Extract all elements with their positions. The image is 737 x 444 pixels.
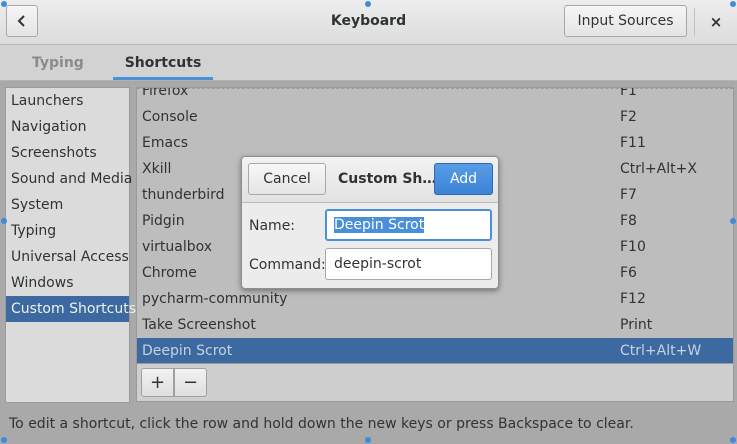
command-label: Command: bbox=[249, 257, 326, 273]
keyboard-settings-window: Keyboard Input Sources × Typing Shortcut… bbox=[0, 0, 737, 444]
table-row[interactable]: pycharm-community F12 bbox=[137, 286, 733, 312]
shortcut-key: Print bbox=[620, 317, 653, 333]
shortcut-name: Pidgin bbox=[142, 213, 185, 229]
resize-handle[interactable] bbox=[730, 218, 736, 224]
sidebar-item-typing[interactable]: Typing bbox=[6, 218, 129, 244]
resize-handle[interactable] bbox=[1, 1, 7, 7]
close-icon[interactable]: × bbox=[706, 12, 726, 32]
custom-shortcut-dialog: Cancel Custom Sh… Add Name: Deepin Scrot… bbox=[241, 156, 499, 289]
resize-handle[interactable] bbox=[1, 437, 7, 443]
name-field[interactable]: Deepin Scrot bbox=[325, 209, 492, 241]
table-row[interactable]: Console F2 bbox=[137, 104, 733, 130]
list-toolbar: + − bbox=[136, 364, 734, 402]
shortcut-name: Deepin Scrot bbox=[142, 343, 233, 359]
table-row[interactable]: Firefox F1 bbox=[137, 87, 733, 104]
shortcut-key: Ctrl+Alt+X bbox=[620, 161, 697, 177]
input-sources-button[interactable]: Input Sources bbox=[564, 5, 687, 37]
shortcut-name: virtualbox bbox=[142, 239, 213, 255]
resize-handle[interactable] bbox=[730, 437, 736, 443]
shortcut-key: F6 bbox=[620, 265, 637, 281]
tab-typing[interactable]: Typing bbox=[32, 45, 84, 80]
shortcut-name: Take Screenshot bbox=[142, 317, 256, 333]
sidebar-item-windows[interactable]: Windows bbox=[6, 270, 129, 296]
sidebar-item-navigation[interactable]: Navigation bbox=[6, 114, 129, 140]
tab-bar: Typing Shortcuts bbox=[0, 45, 737, 81]
sidebar-item-custom-shortcuts[interactable]: Custom Shortcuts bbox=[6, 296, 136, 322]
add-button[interactable]: Add bbox=[434, 163, 493, 195]
sidebar-item-launchers[interactable]: Launchers bbox=[6, 88, 129, 114]
shortcut-name: Xkill bbox=[142, 161, 172, 177]
command-field[interactable]: deepin-scrot bbox=[325, 248, 492, 280]
add-shortcut-button[interactable]: + bbox=[141, 368, 174, 397]
shortcut-key: F11 bbox=[620, 135, 646, 151]
shortcut-name: Chrome bbox=[142, 265, 197, 281]
table-row[interactable]: Emacs F11 bbox=[137, 130, 733, 156]
shortcut-name: pycharm-community bbox=[142, 291, 288, 307]
resize-handle[interactable] bbox=[1, 218, 7, 224]
resize-handle[interactable] bbox=[730, 1, 736, 7]
remove-shortcut-button[interactable]: − bbox=[174, 368, 207, 397]
shortcut-key: F7 bbox=[620, 187, 637, 203]
shortcut-key: F1 bbox=[620, 87, 637, 99]
shortcut-key: F8 bbox=[620, 213, 637, 229]
resize-handle[interactable] bbox=[365, 1, 371, 7]
dialog-header: Cancel Custom Sh… Add bbox=[242, 157, 498, 203]
shortcut-name: Firefox bbox=[142, 87, 189, 99]
resize-handle[interactable] bbox=[365, 437, 371, 443]
sidebar-item-sound-and-media[interactable]: Sound and Media bbox=[6, 166, 132, 192]
shortcut-key: F2 bbox=[620, 109, 637, 125]
shortcut-name: thunderbird bbox=[142, 187, 225, 203]
shortcut-name: Emacs bbox=[142, 135, 189, 151]
table-row[interactable]: Take Screenshot Print bbox=[137, 312, 733, 338]
shortcut-key: F12 bbox=[620, 291, 646, 307]
name-value: Deepin Scrot bbox=[334, 217, 425, 233]
sidebar-item-universal-access[interactable]: Universal Access bbox=[6, 244, 129, 270]
table-row-selected[interactable]: Deepin Scrot Ctrl+Alt+W bbox=[137, 338, 733, 363]
help-text: To edit a shortcut, click the row and ho… bbox=[9, 416, 634, 432]
shortcut-key: Ctrl+Alt+W bbox=[620, 343, 702, 359]
header-separator bbox=[694, 8, 695, 36]
sidebar-item-screenshots[interactable]: Screenshots bbox=[6, 140, 129, 166]
shortcut-name: Console bbox=[142, 109, 198, 125]
shortcut-key: F10 bbox=[620, 239, 646, 255]
cancel-button[interactable]: Cancel bbox=[248, 163, 326, 195]
shortcut-category-sidebar: Launchers Navigation Screenshots Sound a… bbox=[5, 87, 136, 403]
tab-shortcuts[interactable]: Shortcuts bbox=[113, 45, 213, 80]
sidebar-item-system[interactable]: System bbox=[6, 192, 129, 218]
name-label: Name: bbox=[249, 218, 296, 234]
dialog-title: Custom Sh… bbox=[338, 171, 437, 187]
